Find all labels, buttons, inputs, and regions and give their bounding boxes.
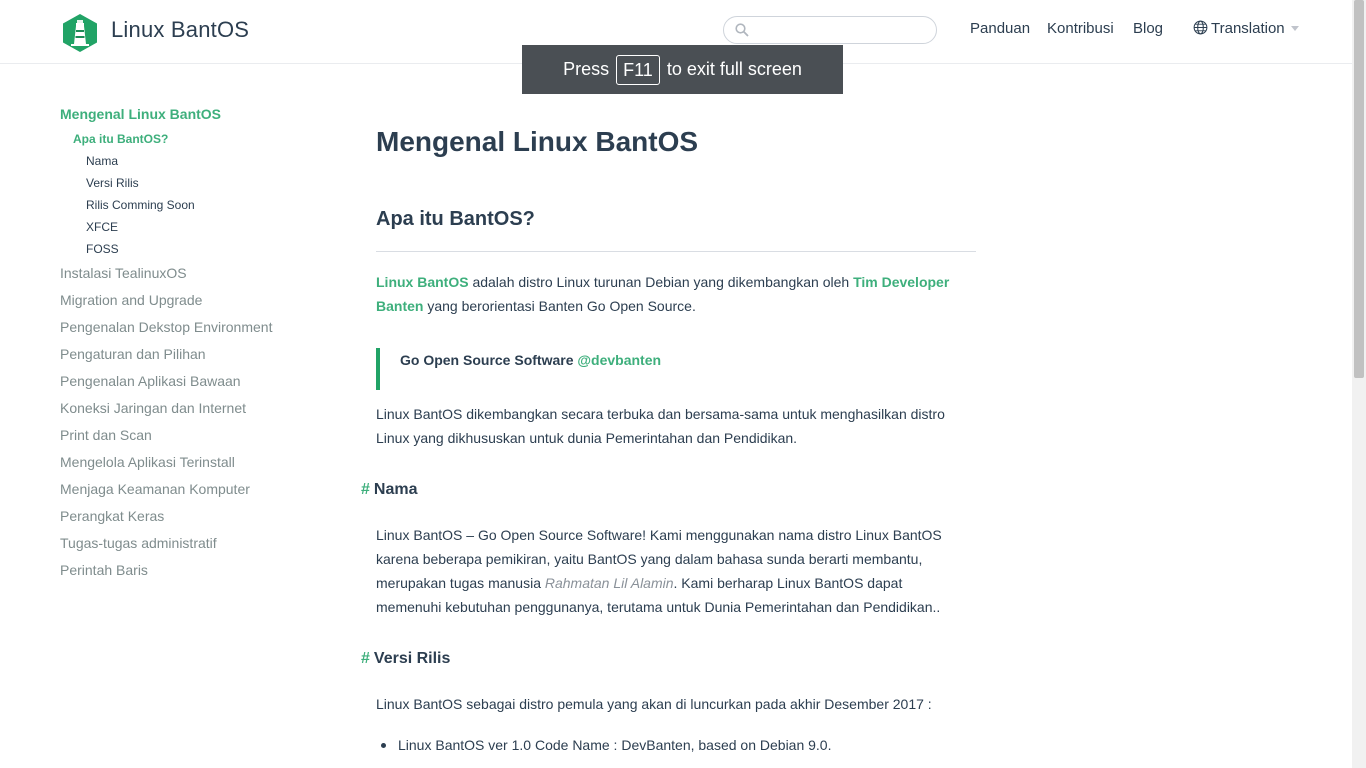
- lighthouse-logo-icon[interactable]: [60, 13, 100, 53]
- para2-line2: Linux yang dikhususkan untuk dunia Pemer…: [376, 430, 798, 446]
- intro-paragraph: Linux BantOS adalah distro Linux turunan…: [376, 270, 976, 318]
- sidebar-item-print-scan[interactable]: Print dan Scan: [60, 427, 152, 443]
- translation-label: Translation: [1211, 20, 1285, 37]
- nama-title: Nama: [373, 481, 418, 498]
- nama-line4: memenuhi kebutuhan penggunanya, terutama…: [376, 599, 941, 615]
- translation-dropdown[interactable]: Translation: [1193, 20, 1299, 37]
- link-devbanten[interactable]: @devbanten: [577, 352, 661, 368]
- paragraph-dikembangkan: Linux BantOS dikembangkan secara terbuka…: [376, 402, 976, 450]
- section-title-nama: # Nama: [361, 481, 417, 499]
- sidebar-subitem-nama[interactable]: Nama: [86, 154, 118, 168]
- sidebar-item-dekstop-environment[interactable]: Pengenalan Dekstop Environment: [60, 319, 272, 335]
- versi-title: Versi Rilis: [373, 650, 451, 667]
- site-name[interactable]: Linux BantOS: [111, 17, 249, 43]
- globe-icon: [1193, 20, 1208, 35]
- nav-link-blog[interactable]: Blog: [1133, 20, 1163, 37]
- toast-key-f11: F11: [616, 54, 660, 85]
- toast-press-text: Press: [563, 59, 610, 79]
- intro-text-1: adalah distro Linux turunan Debian yang …: [468, 274, 854, 290]
- caret-down-icon: [1290, 26, 1299, 31]
- nav-link-panduan[interactable]: Panduan: [970, 20, 1030, 37]
- sidebar-item-pengaturan[interactable]: Pengaturan dan Pilihan: [60, 346, 206, 362]
- toast-suffix-text: to exit full screen: [666, 59, 802, 79]
- quote-line: Go Open Source Software @devbanten: [400, 348, 976, 372]
- link-linux-bantos[interactable]: Linux BantOS: [376, 274, 469, 290]
- sidebar-sub-apa-itu[interactable]: Apa itu BantOS?: [73, 132, 168, 146]
- sidebar-subitem-foss[interactable]: FOSS: [86, 242, 119, 256]
- sidebar-item-aplikasi-terinstall[interactable]: Mengelola Aplikasi Terinstall: [60, 454, 235, 470]
- sidebar-item-aplikasi-bawaan[interactable]: Pengenalan Aplikasi Bawaan: [60, 373, 241, 389]
- sidebar-item-migration[interactable]: Migration and Upgrade: [60, 292, 202, 308]
- sidebar-group-mengenal[interactable]: Mengenal Linux BantOS: [60, 106, 221, 122]
- link-banten[interactable]: Banten: [376, 298, 423, 314]
- list-bullet: [381, 743, 386, 748]
- nama-line1: Linux BantOS – Go Open Source Software! …: [376, 527, 942, 543]
- sidebar-item-keamanan[interactable]: Menjaga Keamanan Komputer: [60, 481, 250, 497]
- header-anchor-nama[interactable]: #: [361, 481, 370, 498]
- blockquote: Go Open Source Software @devbanten: [376, 348, 976, 390]
- fullscreen-exit-toast: Press F11 to exit full screen: [522, 45, 843, 94]
- paragraph-nama: Linux BantOS – Go Open Source Software! …: [376, 523, 976, 619]
- search-input[interactable]: [754, 20, 928, 42]
- sidebar-item-koneksi-jaringan[interactable]: Koneksi Jaringan dan Internet: [60, 400, 246, 416]
- sidebar-item-perintah-baris[interactable]: Perintah Baris: [60, 562, 148, 578]
- quote-text: Go Open Source Software: [400, 352, 578, 368]
- nama-line2: karena beberapa pemikiran, yaitu BantOS …: [376, 551, 923, 567]
- paragraph-versi-rilis: Linux BantOS sebagai distro pemula yang …: [376, 696, 932, 712]
- nama-line3-pre: merupakan tugas manusia: [376, 575, 545, 591]
- sidebar: Mengenal Linux BantOS Apa itu BantOS? Na…: [0, 64, 320, 768]
- sidebar-subitem-rilis-comming-soon[interactable]: Rilis Comming Soon: [86, 198, 195, 212]
- list-item: Linux BantOS ver 1.0 Code Name : DevBant…: [398, 737, 832, 753]
- search-box[interactable]: [723, 16, 937, 44]
- search-icon: [735, 23, 749, 37]
- page-title: Mengenal Linux BantOS: [376, 126, 699, 157]
- section-title-apa-itu: Apa itu BantOS?: [376, 208, 535, 230]
- sidebar-item-perangkat-keras[interactable]: Perangkat Keras: [60, 508, 164, 524]
- nama-line3-post: . Kami berharap Linux BantOS dapat: [673, 575, 903, 591]
- header-anchor-versi-rilis[interactable]: #: [361, 650, 370, 667]
- link-tim-developer[interactable]: Tim Developer: [853, 274, 949, 290]
- intro-text-2: yang berorientasi Banten Go Open Source.: [423, 298, 696, 314]
- section-divider: [376, 251, 976, 252]
- nama-emphasis: Rahmatan Lil Alamin: [544, 575, 674, 591]
- sidebar-subitem-xfce[interactable]: XFCE: [86, 220, 118, 234]
- scrollbar-thumb[interactable]: [1354, 0, 1364, 378]
- para2-line1: Linux BantOS dikembangkan secara terbuka…: [376, 406, 945, 422]
- sidebar-item-instalasi[interactable]: Instalasi TealinuxOS: [60, 265, 187, 281]
- sidebar-item-tugas-administratif[interactable]: Tugas-tugas administratif: [60, 535, 217, 551]
- section-title-versi-rilis: # Versi Rilis: [361, 650, 450, 668]
- sidebar-subitem-versi-rilis[interactable]: Versi Rilis: [86, 176, 139, 190]
- nav-link-kontribusi[interactable]: Kontribusi: [1047, 20, 1114, 37]
